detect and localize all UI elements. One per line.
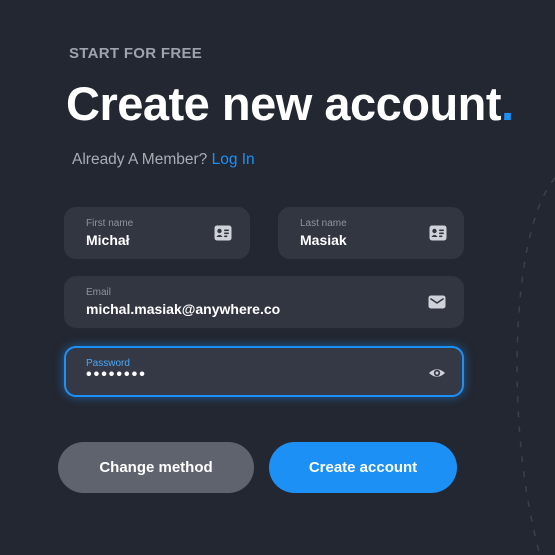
login-link[interactable]: Log In — [212, 151, 255, 168]
id-card-icon — [429, 225, 447, 241]
eyebrow-text: START FOR FREE — [69, 45, 203, 62]
id-card-icon — [214, 225, 232, 241]
create-account-button[interactable]: Create account — [269, 442, 457, 493]
change-method-button[interactable]: Change method — [58, 442, 254, 493]
email-label: Email — [86, 287, 112, 298]
page-title: Create new account. — [66, 76, 514, 132]
password-value: •••••••• — [86, 366, 147, 383]
signup-page: START FOR FREE Create new account. Alrea… — [0, 0, 555, 555]
last-name-label: Last name — [300, 218, 347, 229]
envelope-icon — [428, 295, 446, 309]
first-name-value: Michał — [86, 232, 130, 248]
eye-icon[interactable] — [428, 364, 446, 382]
already-member-line: Already A Member? Log In — [72, 151, 255, 169]
password-field[interactable]: Password •••••••• — [64, 346, 464, 397]
page-title-text: Create new account — [66, 77, 502, 130]
last-name-field[interactable]: Last name Masiak — [278, 207, 464, 259]
first-name-label: First name — [86, 218, 134, 229]
email-field[interactable]: Email michal.masiak@anywhere.co — [64, 276, 464, 328]
already-member-text: Already A Member? — [72, 151, 208, 168]
title-accent-dot: . — [501, 77, 514, 130]
email-value: michal.masiak@anywhere.co — [86, 301, 281, 317]
first-name-field[interactable]: First name Michał — [64, 207, 250, 259]
last-name-value: Masiak — [300, 232, 347, 248]
